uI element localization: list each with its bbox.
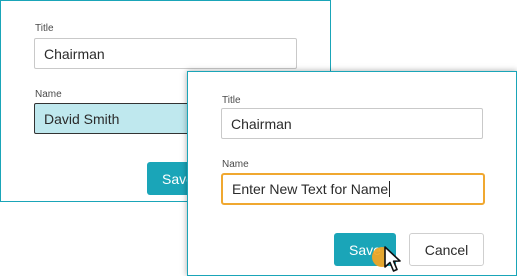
- title-input[interactable]: Chairman: [221, 108, 483, 139]
- name-label: Name: [222, 159, 249, 170]
- cancel-button[interactable]: Cancel: [409, 233, 484, 266]
- title-input-value: Chairman: [44, 45, 105, 62]
- mouse-cursor: [372, 244, 408, 276]
- name-input-value: David Smith: [44, 110, 120, 127]
- title-label: Title: [222, 95, 241, 106]
- title-input-value: Chairman: [231, 115, 292, 132]
- text-caret: [389, 181, 391, 197]
- mouse-pointer-icon: [384, 246, 401, 272]
- foreground-edit-dialog: Title Chairman Name Enter New Text for N…: [187, 71, 517, 276]
- title-input[interactable]: Chairman: [34, 38, 297, 69]
- cancel-button-label: Cancel: [424, 241, 469, 258]
- title-label: Title: [35, 23, 54, 34]
- name-input[interactable]: Enter New Text for Name: [221, 173, 485, 205]
- name-label: Name: [35, 89, 62, 100]
- name-input-value: Enter New Text for Name: [232, 181, 389, 197]
